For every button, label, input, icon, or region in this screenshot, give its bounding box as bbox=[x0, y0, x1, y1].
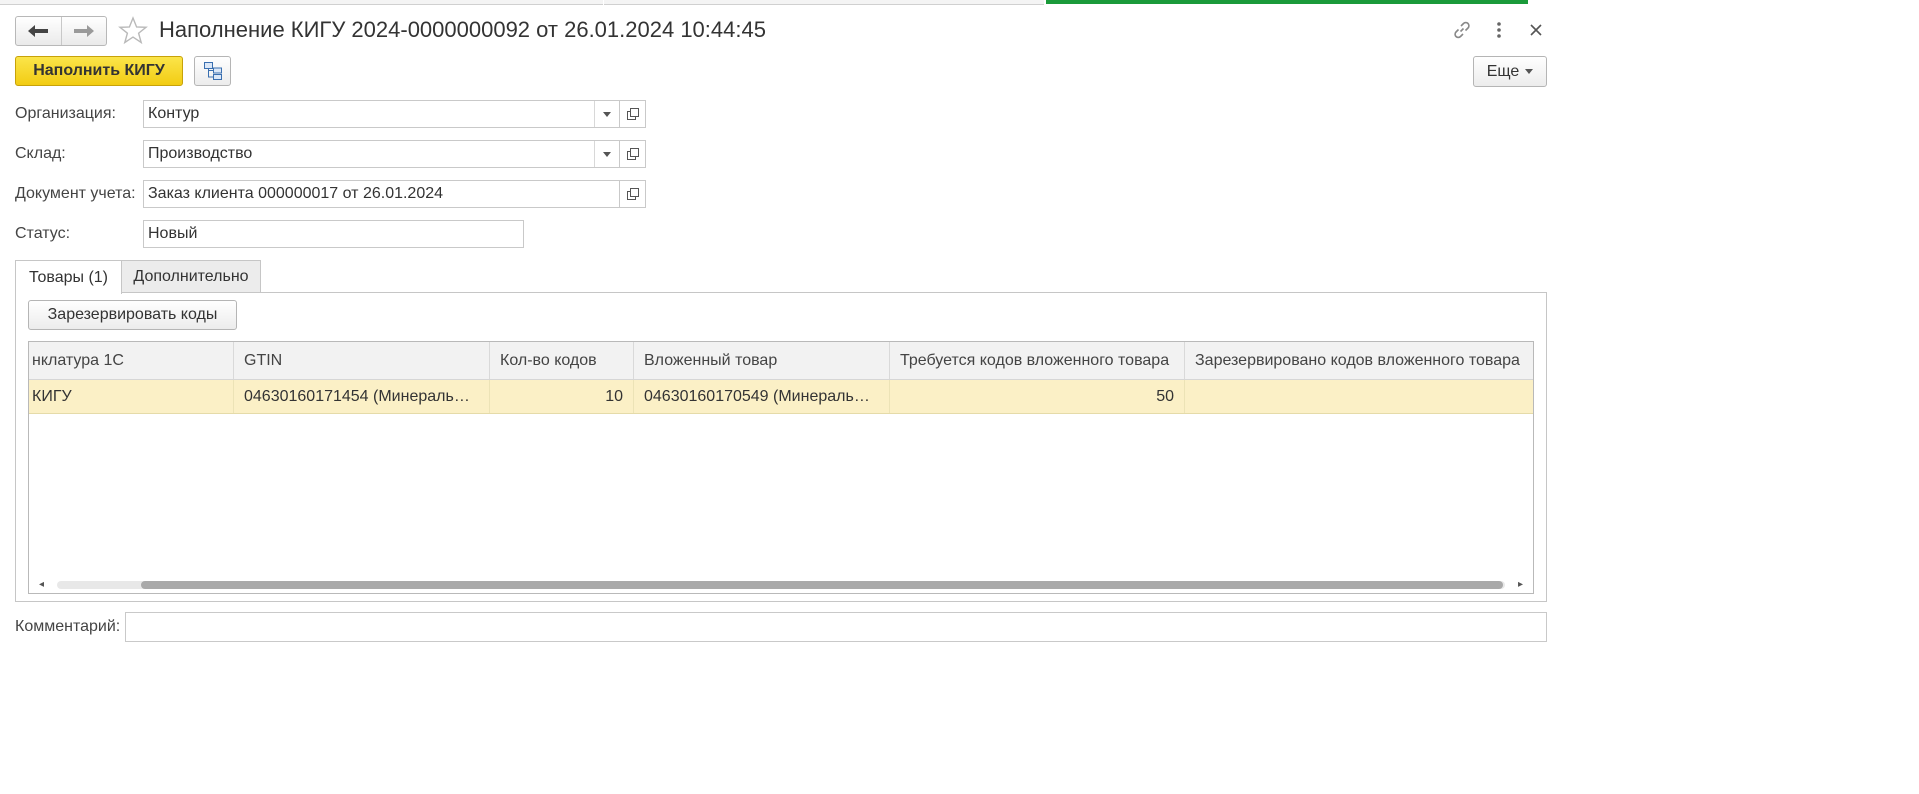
fill-kigu-button[interactable]: Наполнить КИГУ bbox=[15, 56, 183, 86]
warehouse-field[interactable]: Производство bbox=[143, 140, 646, 168]
column-header-gtin[interactable]: GTIN bbox=[234, 342, 490, 379]
reserve-codes-button[interactable]: Зарезервировать коды bbox=[28, 300, 237, 330]
window-tab[interactable] bbox=[0, 0, 603, 5]
warehouse-open-button[interactable] bbox=[619, 141, 645, 167]
status-label: Статус: bbox=[15, 225, 71, 242]
column-header-nomenclature[interactable]: нклатура 1С bbox=[29, 342, 234, 379]
organization-dropdown-button[interactable] bbox=[594, 101, 619, 127]
close-button[interactable] bbox=[1524, 18, 1548, 42]
open-form-icon bbox=[626, 148, 639, 160]
column-header-nested-product[interactable]: Вложенный товар bbox=[634, 342, 890, 379]
page-title: Наполнение КИГУ 2024-0000000092 от 26.01… bbox=[159, 17, 766, 42]
document-structure-icon bbox=[203, 62, 222, 80]
warehouse-label: Склад: bbox=[15, 145, 66, 162]
status-value: Новый bbox=[148, 225, 198, 242]
more-actions-menu[interactable] bbox=[1487, 18, 1511, 42]
organization-label: Организация: bbox=[15, 105, 116, 122]
table-row[interactable]: КИГУ 04630160171454 (Минераль… 10 046301… bbox=[29, 380, 1533, 414]
back-button[interactable] bbox=[16, 17, 61, 45]
organization-field[interactable]: Контур bbox=[143, 100, 646, 128]
comment-field[interactable] bbox=[125, 612, 1547, 642]
chevron-down-icon bbox=[603, 151, 611, 157]
open-form-icon bbox=[626, 188, 639, 200]
window-tabs-strip bbox=[0, 0, 1568, 6]
organization-open-button[interactable] bbox=[619, 101, 645, 127]
scroll-left-icon[interactable]: ◂ bbox=[39, 579, 44, 590]
warehouse-dropdown-button[interactable] bbox=[594, 141, 619, 167]
cell-nomenclature[interactable]: КИГУ bbox=[29, 380, 234, 413]
link-button[interactable] bbox=[1450, 18, 1474, 42]
document-field[interactable]: Заказ клиента 000000017 от 26.01.2024 bbox=[143, 180, 646, 208]
warehouse-value: Производство bbox=[148, 145, 253, 162]
kebab-menu-icon bbox=[1497, 22, 1501, 38]
open-form-icon bbox=[626, 108, 639, 120]
cell-nested-required[interactable]: 50 bbox=[890, 380, 1185, 413]
chevron-down-icon bbox=[1525, 69, 1534, 74]
arrow-right-icon bbox=[73, 25, 94, 37]
cell-nested-reserved[interactable] bbox=[1185, 380, 1533, 413]
chevron-down-icon bbox=[603, 111, 611, 117]
cell-codes-count[interactable]: 10 bbox=[490, 380, 634, 413]
active-window-tab-indicator bbox=[1046, 0, 1528, 4]
organization-value: Контур bbox=[148, 105, 200, 122]
arrow-left-icon bbox=[28, 25, 49, 37]
table-header: нклатура 1С GTIN Кол-во кодов Вложенный … bbox=[29, 342, 1533, 380]
more-button[interactable]: Еще bbox=[1473, 56, 1547, 87]
document-label: Документ учета: bbox=[15, 185, 136, 202]
document-value: Заказ клиента 000000017 от 26.01.2024 bbox=[148, 185, 444, 202]
close-icon bbox=[1530, 24, 1542, 36]
more-button-label: Еще bbox=[1486, 62, 1520, 80]
favorite-button[interactable] bbox=[117, 15, 149, 47]
status-field[interactable]: Новый bbox=[143, 220, 524, 248]
forward-button[interactable] bbox=[60, 17, 107, 45]
link-icon bbox=[1454, 21, 1470, 39]
cell-nested-product[interactable]: 04630160170549 (Минераль… bbox=[634, 380, 890, 413]
document-structure-button[interactable] bbox=[194, 56, 231, 86]
comment-label: Комментарий: bbox=[15, 618, 121, 635]
goods-table[interactable]: нклатура 1С GTIN Кол-во кодов Вложенный … bbox=[28, 341, 1534, 594]
scroll-right-icon[interactable]: ▸ bbox=[1518, 579, 1523, 590]
cell-gtin[interactable]: 04630160171454 (Минераль… bbox=[234, 380, 490, 413]
navigation-buttons bbox=[15, 16, 107, 46]
tab-goods[interactable]: Товары (1) bbox=[15, 260, 122, 294]
document-open-button[interactable] bbox=[619, 181, 645, 207]
star-icon bbox=[118, 16, 148, 45]
window-tab[interactable] bbox=[604, 0, 1044, 5]
horizontal-scrollbar[interactable]: ◂ ▸ bbox=[29, 575, 1533, 593]
column-header-codes-count[interactable]: Кол-во кодов bbox=[490, 342, 634, 379]
scrollbar-thumb[interactable] bbox=[141, 581, 1503, 589]
tab-additional[interactable]: Дополнительно bbox=[121, 260, 261, 293]
column-header-nested-required[interactable]: Требуется кодов вложенного товара bbox=[890, 342, 1185, 379]
column-header-nested-reserved[interactable]: Зарезервировано кодов вложенного товара bbox=[1185, 342, 1533, 379]
